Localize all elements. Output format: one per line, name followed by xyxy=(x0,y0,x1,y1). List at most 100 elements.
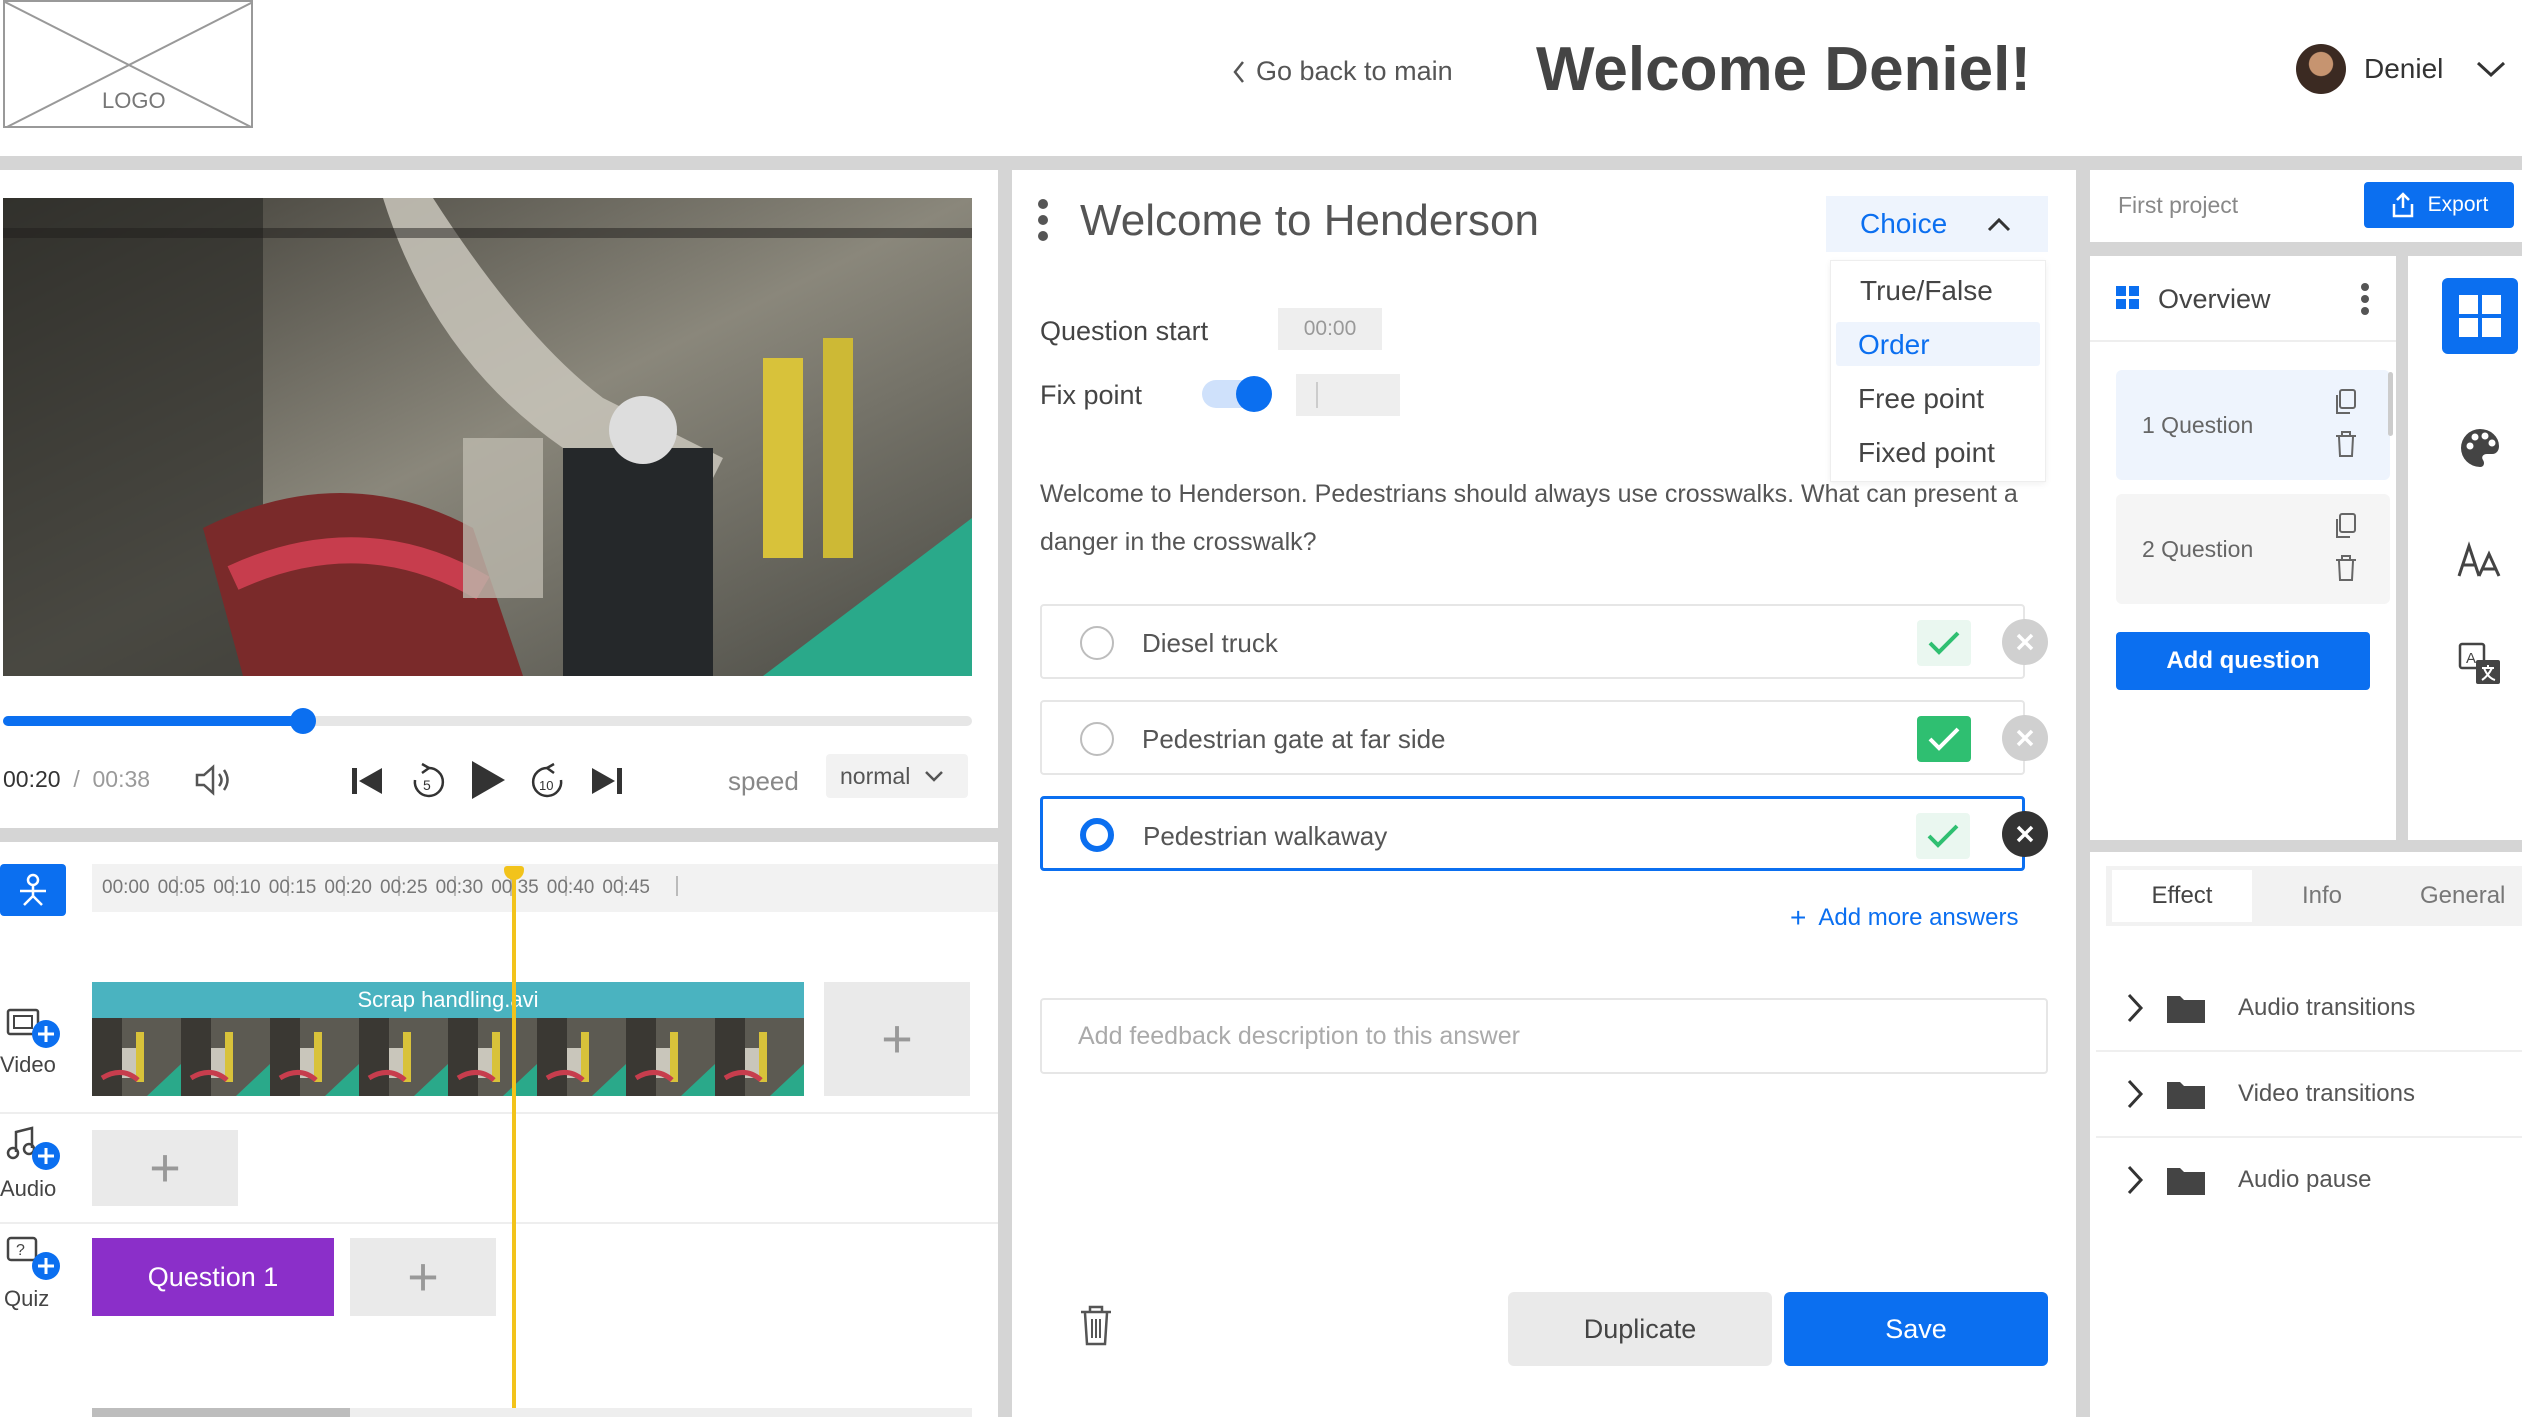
overview-label: Overview xyxy=(2158,284,2271,314)
mark-correct-button[interactable] xyxy=(1916,813,1970,859)
chevron-right-icon[interactable] xyxy=(2126,992,2144,1024)
question-type-select[interactable]: Choice xyxy=(1826,196,2048,252)
remove-answer-button[interactable] xyxy=(2002,811,2048,857)
chevron-right-icon[interactable] xyxy=(2126,1164,2144,1196)
effect-item[interactable]: Audio pause xyxy=(2096,1138,2522,1224)
drag-handle-icon[interactable] xyxy=(1036,198,1050,242)
export-button[interactable]: Export xyxy=(2364,182,2514,228)
answer-radio-selected[interactable] xyxy=(1080,818,1114,852)
time-separator: / xyxy=(66,766,87,792)
remove-answer-button[interactable] xyxy=(2002,619,2048,665)
copy-icon[interactable] xyxy=(2332,512,2358,540)
copy-icon[interactable] xyxy=(2332,388,2358,416)
translate-tool-button[interactable]: A xyxy=(2442,626,2518,702)
answer-row[interactable]: Pedestrian gate at far side xyxy=(1040,700,2025,775)
forward-10-icon[interactable]: 10 xyxy=(530,762,566,800)
answer-radio[interactable] xyxy=(1080,626,1114,660)
more-vertical-icon[interactable] xyxy=(2360,282,2370,316)
question-title[interactable]: Welcome to Henderson xyxy=(1080,196,1539,246)
svg-text:5: 5 xyxy=(423,777,431,793)
overview-scrollbar[interactable] xyxy=(2388,372,2393,436)
quiz-clip[interactable]: Question 1 xyxy=(92,1238,334,1316)
answer-text[interactable]: Diesel truck xyxy=(1142,628,1278,659)
tab-effect[interactable]: Effect xyxy=(2112,870,2252,922)
video-progress-handle[interactable] xyxy=(290,708,317,734)
video-progress-track[interactable] xyxy=(3,708,972,734)
add-more-answers-link[interactable]: + Add more answers xyxy=(1790,902,2018,934)
answer-row-selected[interactable]: Pedestrian walkaway xyxy=(1040,796,2025,871)
playhead-line[interactable] xyxy=(512,872,516,1408)
back-link[interactable]: Go back to main xyxy=(1232,56,1453,87)
tab-info[interactable]: Info xyxy=(2270,870,2374,922)
feedback-placeholder: Add feedback description to this answer xyxy=(1078,1022,1520,1050)
volume-icon[interactable] xyxy=(194,764,234,796)
video-player-panel: 00:20 / 00:38 5 10 speed normal xyxy=(0,170,998,828)
type-option-true-false[interactable]: True/False xyxy=(1860,275,1993,307)
speed-select[interactable]: normal xyxy=(826,754,968,798)
type-option-free-point[interactable]: Free point xyxy=(1858,383,1984,415)
video-clip-title: Scrap handling.avi xyxy=(92,982,804,1018)
font-size-icon xyxy=(2457,541,2501,577)
tab-general[interactable]: General xyxy=(2400,870,2522,922)
mark-correct-button[interactable] xyxy=(1917,620,1971,666)
answer-row[interactable]: Diesel truck xyxy=(1040,604,2025,679)
speed-label: speed xyxy=(728,766,799,796)
effect-item-label: Audio transitions xyxy=(2238,994,2416,1021)
ruler-tick-label: 00:45 xyxy=(602,877,650,898)
palette-icon xyxy=(2461,429,2499,467)
add-audio-clip-button[interactable]: + xyxy=(92,1130,238,1206)
chevron-right-icon[interactable] xyxy=(2126,1078,2144,1110)
feedback-input[interactable]: Add feedback description to this answer xyxy=(1040,998,2048,1074)
timeline-scrollbar[interactable] xyxy=(92,1408,972,1417)
video-clip-thumbnails xyxy=(92,1018,804,1096)
answer-text[interactable]: Pedestrian gate at far side xyxy=(1142,724,1446,755)
add-quiz-clip-button[interactable]: + xyxy=(350,1238,496,1316)
question-card[interactable]: 1 Question xyxy=(2116,370,2390,480)
video-frame[interactable] xyxy=(3,198,972,676)
add-video-clip-button[interactable]: + xyxy=(824,982,970,1096)
video-track-header[interactable]: Video xyxy=(0,1004,70,1077)
save-button[interactable]: Save xyxy=(1784,1292,2048,1366)
mark-correct-button[interactable] xyxy=(1917,716,1971,762)
duplicate-button[interactable]: Duplicate xyxy=(1508,1292,1772,1366)
typography-tool-button[interactable] xyxy=(2442,522,2518,598)
check-icon xyxy=(1927,824,1959,848)
type-option-fixed-point[interactable]: Fixed point xyxy=(1858,437,1995,469)
play-icon[interactable] xyxy=(468,758,508,802)
question-start-input[interactable]: 00:00 xyxy=(1278,308,1382,350)
timeline-scrollbar-thumb[interactable] xyxy=(92,1408,350,1417)
chevron-down-icon[interactable] xyxy=(2475,59,2507,79)
effect-item-label: Audio pause xyxy=(2238,1166,2372,1193)
question-text[interactable]: Welcome to Henderson. Pedestrians should… xyxy=(1040,470,2040,566)
effect-item[interactable]: Video transitions xyxy=(2096,1052,2522,1138)
svg-text:?: ? xyxy=(16,1242,25,1259)
trash-icon[interactable] xyxy=(2334,430,2358,458)
user-menu[interactable]: Deniel xyxy=(2296,44,2507,94)
answer-radio[interactable] xyxy=(1080,722,1114,756)
logo[interactable]: LOGO xyxy=(3,0,253,128)
translate-icon: A xyxy=(2458,642,2500,684)
trash-icon[interactable] xyxy=(2334,554,2358,582)
timeline-tool-button[interactable] xyxy=(0,864,66,916)
type-option-order[interactable]: Order xyxy=(1858,329,1930,361)
layout-tool-button[interactable] xyxy=(2442,278,2518,354)
audio-track-header[interactable]: Audio xyxy=(0,1126,70,1201)
ruler-tick-label: 00:25 xyxy=(380,877,428,898)
rewind-5-icon[interactable]: 5 xyxy=(410,762,446,800)
remove-answer-button[interactable] xyxy=(2002,715,2048,761)
video-clip[interactable]: Scrap handling.avi xyxy=(92,982,804,1096)
effect-item[interactable]: Audio transitions xyxy=(2096,966,2522,1052)
trash-icon[interactable] xyxy=(1078,1304,1114,1346)
answer-text[interactable]: Pedestrian walkaway xyxy=(1143,821,1387,852)
skip-previous-icon[interactable] xyxy=(350,766,384,796)
skip-next-icon[interactable] xyxy=(590,766,624,796)
fix-point-input[interactable] xyxy=(1296,374,1400,416)
palette-tool-button[interactable] xyxy=(2442,410,2518,486)
chevron-up-icon xyxy=(1987,216,2011,232)
add-question-button[interactable]: Add question xyxy=(2116,632,2370,690)
save-label: Save xyxy=(1885,1313,1947,1344)
overview-divider xyxy=(2090,340,2396,342)
fix-point-toggle[interactable] xyxy=(1202,376,1272,412)
quiz-track-header[interactable]: ? Quiz xyxy=(0,1236,70,1311)
question-card[interactable]: 2 Question xyxy=(2116,494,2390,604)
